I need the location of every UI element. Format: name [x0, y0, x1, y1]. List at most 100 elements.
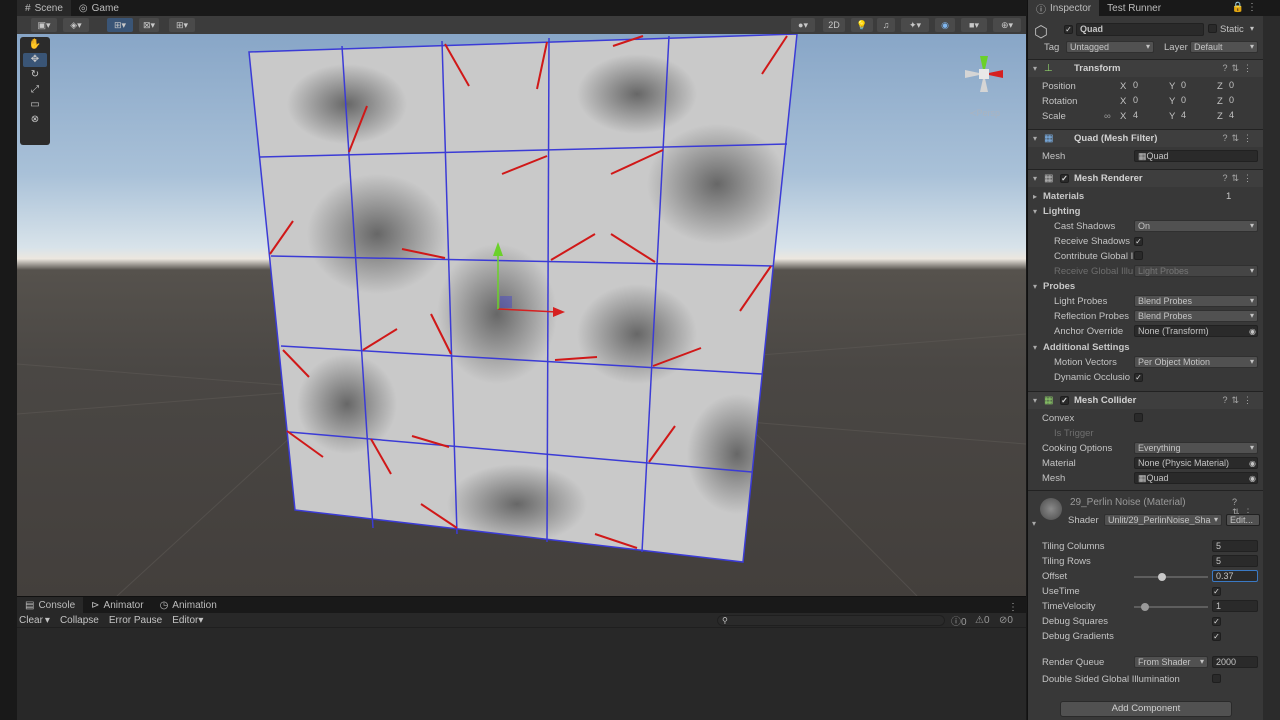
tab-game[interactable]: ◎ Game [71, 0, 127, 16]
inspector-scrollbar[interactable] [1263, 16, 1280, 720]
foldout-icon[interactable]: ▾ [1033, 174, 1037, 183]
hidden-objects-icon[interactable]: ◉ [935, 18, 955, 32]
component-actions-icon[interactable]: ?⇅⋮ [1222, 173, 1256, 184]
camera-button[interactable]: ■▾ [961, 18, 987, 32]
foldout-icon[interactable]: ▾ [1033, 134, 1037, 143]
anchor-override-field[interactable]: None (Transform) [1134, 325, 1258, 337]
transform-tool-icon[interactable]: ⊗ [23, 113, 47, 127]
offset-slider[interactable] [1134, 569, 1208, 584]
quad-object[interactable] [248, 34, 798, 563]
render-mode-button[interactable]: ●▾ [791, 18, 815, 32]
lock-icon[interactable]: 🔒 ⋮ [1232, 0, 1257, 16]
cast-shadows-dropdown[interactable]: On [1134, 220, 1258, 232]
scale-y-field[interactable]: 4 [1178, 110, 1214, 122]
timevelocity-field[interactable]: 1 [1212, 600, 1258, 612]
object-picker-icon[interactable]: ◉ [1249, 327, 1256, 336]
render-queue-field[interactable]: 2000 [1212, 656, 1258, 668]
info-count-icon[interactable]: ⓘ0 [951, 613, 967, 628]
object-picker-icon[interactable]: ◉ [1249, 474, 1256, 483]
motion-vectors-dropdown[interactable]: Per Object Motion [1134, 356, 1258, 368]
gizmo-handle-button[interactable]: ⊞▾ [169, 18, 195, 32]
orientation-gizmo[interactable] [965, 56, 1003, 92]
tab-animator[interactable]: ⊳ Animator [83, 597, 151, 613]
materials-foldout[interactable]: ▸ Materials 1 [1028, 189, 1264, 204]
cooking-options-dropdown[interactable]: Everything [1134, 442, 1258, 454]
double-sided-gi-checkbox[interactable] [1212, 673, 1221, 686]
render-queue-dropdown[interactable]: From Shader [1134, 656, 1208, 668]
object-name-field[interactable]: Quad [1076, 23, 1204, 36]
convex-checkbox[interactable] [1134, 412, 1143, 425]
timevelocity-slider[interactable] [1134, 599, 1208, 614]
clear-dropdown-icon[interactable]: ▾ [45, 615, 50, 626]
tab-animation[interactable]: ◷ Animation [152, 597, 225, 613]
offset-field[interactable]: 0.37 [1212, 570, 1258, 582]
offset-slider-knob[interactable] [1158, 573, 1167, 581]
mode-2d-button[interactable]: 2D [823, 18, 845, 32]
clear-button[interactable]: Clear [19, 615, 43, 626]
reflection-probes-dropdown[interactable]: Blend Probes [1134, 310, 1258, 322]
tab-console[interactable]: ▤ Console [17, 597, 84, 613]
collapse-button[interactable]: Collapse [60, 615, 99, 626]
mesh-renderer-header[interactable]: ▾ ▦ ✓ Mesh Renderer ?⇅⋮ [1028, 169, 1264, 187]
mesh-collider-header[interactable]: ▾ ▦ ✓ Mesh Collider ?⇅⋮ [1028, 391, 1264, 409]
component-actions-icon[interactable]: ?⇅⋮ [1222, 395, 1256, 406]
scale-z-field[interactable]: 4 [1226, 110, 1262, 122]
effects-button[interactable]: ✦▾ [901, 18, 929, 32]
scene-viewport[interactable]: ≺Persp ✋ ✥ ↻ ⤢ ▭ ⊗ [17, 34, 1026, 596]
console-menu-icon[interactable]: ⋮ [1008, 602, 1018, 613]
probes-foldout[interactable]: ▾ Probes [1028, 279, 1264, 294]
rotation-y-field[interactable]: 0 [1178, 95, 1214, 107]
timevelocity-slider-knob[interactable] [1140, 603, 1149, 611]
snap-increment-button[interactable]: ⊠▾ [139, 18, 159, 32]
receive-shadows-checkbox[interactable]: ✓ [1134, 236, 1143, 247]
component-actions-icon[interactable]: ?⇅⋮ [1222, 133, 1256, 144]
foldout-icon[interactable]: ▾ [1033, 64, 1037, 73]
rotation-z-field[interactable]: 0 [1226, 95, 1262, 107]
audio-toggle-icon[interactable]: ♫ [877, 18, 895, 32]
mesh-filter-header[interactable]: ▾ ▦ Quad (Mesh Filter) ?⇅⋮ [1028, 129, 1264, 147]
position-y-field[interactable]: 0 [1178, 80, 1214, 92]
foldout-icon[interactable]: ▾ [1033, 396, 1037, 405]
tab-inspector[interactable]: ⓘ Inspector [1028, 0, 1100, 16]
object-picker-icon[interactable]: ◉ [1249, 459, 1256, 468]
shader-dropdown[interactable]: Unlit/29_PerlinNoise_Sha [1104, 514, 1222, 526]
scale-tool-icon[interactable]: ⤢ [23, 83, 47, 97]
position-x-field[interactable]: 0 [1130, 80, 1166, 92]
material-foldout-icon[interactable]: ▾ [1032, 519, 1036, 528]
debug-squares-checkbox[interactable]: ✓ [1212, 616, 1221, 627]
warning-count-icon[interactable]: ⚠0 [975, 615, 990, 626]
mesh-collider-enabled-checkbox[interactable]: ✓ [1060, 395, 1069, 406]
light-probes-dropdown[interactable]: Blend Probes [1134, 295, 1258, 307]
additional-settings-foldout[interactable]: ▾ Additional Settings [1028, 340, 1264, 355]
rect-tool-icon[interactable]: ▭ [23, 98, 47, 112]
collider-mesh-field[interactable]: ▦Quad [1134, 472, 1258, 484]
tiling-rows-field[interactable]: 5 [1212, 555, 1258, 567]
draw-mode-button[interactable]: ▣▾ [31, 18, 57, 32]
lighting-foldout[interactable]: ▾ Lighting [1028, 204, 1264, 219]
move-tool-icon[interactable]: ✥ [23, 53, 47, 67]
mesh-renderer-enabled-checkbox[interactable]: ✓ [1060, 173, 1069, 184]
collider-material-field[interactable]: None (Physic Material) [1134, 457, 1258, 469]
tag-dropdown[interactable]: Untagged [1066, 41, 1154, 53]
materials-count[interactable]: 1 [1226, 191, 1231, 202]
transform-header[interactable]: ▾ ⊥ Transform ?⇅⋮ [1028, 59, 1264, 77]
gizmos-button[interactable]: ⊕▾ [993, 18, 1021, 32]
edit-shader-button[interactable]: Edit... [1226, 514, 1260, 526]
layer-dropdown[interactable]: Default [1190, 41, 1258, 53]
lighting-toggle-icon[interactable]: 💡 [851, 18, 873, 32]
contribute-gi-checkbox[interactable] [1134, 250, 1143, 263]
scale-x-field[interactable]: 4 [1130, 110, 1166, 122]
shading-button[interactable]: ◈▾ [63, 18, 89, 32]
component-actions-icon[interactable]: ?⇅⋮ [1222, 63, 1256, 74]
console-search-input[interactable]: ⚲ [717, 614, 945, 626]
add-component-button[interactable]: Add Component [1060, 701, 1232, 717]
error-count-icon[interactable]: ⊘0 [999, 615, 1013, 626]
mesh-object-field[interactable]: ▦Quad [1134, 150, 1258, 162]
tab-test-runner[interactable]: Test Runner [1099, 0, 1169, 16]
active-checkbox[interactable]: ✓ [1064, 24, 1073, 35]
debug-gradients-checkbox[interactable]: ✓ [1212, 631, 1221, 642]
tiling-columns-field[interactable]: 5 [1212, 540, 1258, 552]
dynamic-occlusion-checkbox[interactable]: ✓ [1134, 372, 1143, 383]
perspective-label[interactable]: ≺Persp [969, 108, 1000, 119]
editor-dropdown[interactable]: Editor [172, 615, 198, 626]
